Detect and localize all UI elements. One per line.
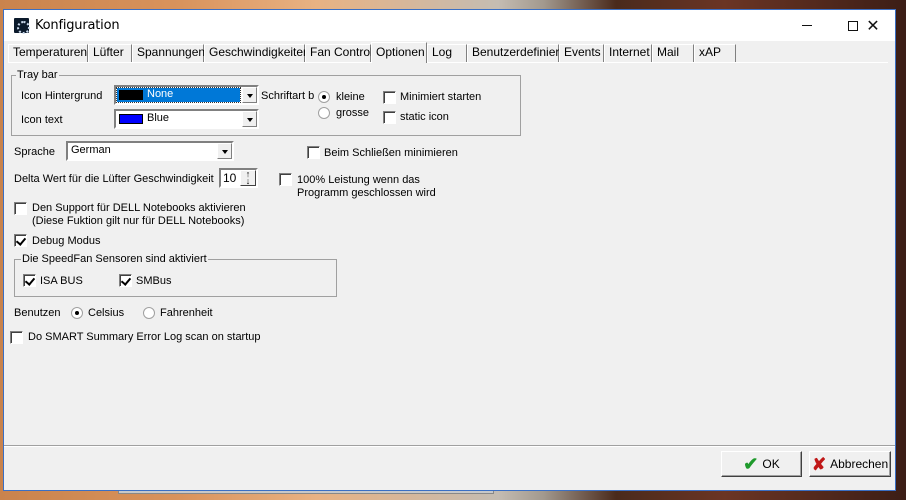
tab-internet[interactable]: Internet [604,44,652,62]
minimized-start-label: Minimiert starten [400,91,482,103]
isa-bus-label: ISA BUS [40,275,83,287]
tab-xap[interactable]: xAP [694,44,736,62]
font-small-radio[interactable] [318,91,330,103]
fahrenheit-label: Fahrenheit [160,307,213,319]
static-icon-checkbox[interactable] [383,111,396,124]
debug-mode-label: Debug Modus [32,235,101,247]
static-icon-label: static icon [400,111,449,123]
smart-scan-checkbox[interactable] [10,331,23,344]
font-large-label: grosse [336,107,370,119]
delta-spinner[interactable]: 10 ↑ ↓ [219,168,258,188]
tab-log[interactable]: Log [427,44,467,62]
full-power-label-line1: 100% Leistung wenn das [297,174,420,186]
button-bar-divider [4,445,895,447]
tab-luefter[interactable]: Lüfter [88,44,132,62]
minimize-icon [802,25,812,26]
tab-spannungen[interactable]: Spannungen [132,44,205,62]
smbus-checkbox[interactable] [119,274,132,287]
smbus-label: SMBus [136,275,172,287]
icon-bg-label: Icon Hintergrund [21,90,103,102]
spin-updown-icon[interactable]: ↑ ↓ [240,170,256,186]
cross-icon: ✘ [811,454,827,474]
traybar-group-title: Tray bar [16,69,59,81]
cancel-button[interactable]: ✘ Abbrechen [809,451,891,477]
tab-divider [8,62,888,63]
sensors-group-title: Die SpeedFan Sensoren sind aktiviert [21,253,208,265]
language-label: Sprache [14,146,55,158]
speedfan-app-icon [14,18,30,34]
cancel-label: Abbrechen [830,457,889,471]
icon-bg-swatch [119,90,143,100]
debug-mode-checkbox[interactable] [14,234,27,247]
delta-label: Delta Wert für die Lüfter Geschwindigkei… [14,173,214,185]
delta-value: 10 [223,171,237,185]
font-small-label: kleine [336,91,365,103]
celsius-label: Celsius [88,307,125,319]
close-button[interactable]: ✕ [850,10,896,41]
icon-bg-select[interactable]: None [114,85,259,105]
language-select[interactable]: German [66,141,234,161]
minimize-on-close-checkbox[interactable] [307,146,320,159]
title-bar: Konfiguration ✕ [4,10,895,41]
icon-text-swatch [119,114,143,124]
tab-events[interactable]: Events [559,44,604,62]
icon-text-label: Icon text [21,114,63,126]
chevron-down-icon[interactable] [242,87,257,103]
tab-benutzerdefiniert[interactable]: Benutzerdefiniert [467,44,563,62]
fahrenheit-radio[interactable] [143,307,155,319]
tab-mail[interactable]: Mail [652,44,694,62]
tab-temperaturen[interactable]: Temperaturen [8,44,88,62]
traybar-group: Tray bar [11,69,521,136]
chevron-down-icon[interactable] [242,111,257,127]
config-window: Konfiguration ✕ Temperaturen Lüfter Span… [3,9,896,491]
icon-bg-value: None [147,88,174,100]
checkmark-icon: ✔ [743,454,759,474]
dell-support-label-line1: Den Support für DELL Notebooks aktiviere… [32,202,246,214]
window-title: Konfiguration [35,18,120,33]
dell-support-checkbox[interactable] [14,202,27,215]
icon-text-select[interactable]: Blue [114,109,259,129]
minimize-on-close-label: Beim Schließen minimieren [324,147,458,159]
minimize-button[interactable] [784,10,830,41]
celsius-radio[interactable] [71,307,83,319]
ok-button[interactable]: ✔ OK [721,451,802,477]
minimized-start-checkbox[interactable] [383,91,396,104]
ok-label: OK [762,457,780,471]
icon-text-value: Blue [147,112,170,124]
smart-scan-label: Do SMART Summary Error Log scan on start… [28,331,261,343]
language-value: German [71,144,111,156]
tab-geschwindigkeiten[interactable]: Geschwindigkeiten [204,44,310,62]
font-size-label: Schriftart b [261,90,315,102]
close-icon: ✕ [866,16,880,35]
units-label: Benutzen [14,307,61,319]
chevron-down-icon[interactable] [217,143,232,159]
tab-optionen[interactable]: Optionen [371,42,427,63]
full-power-label-line2: Programm geschlossen wird [297,187,436,199]
isa-bus-checkbox[interactable] [23,274,36,287]
font-large-radio[interactable] [318,107,330,119]
tab-fan-control[interactable]: Fan Control [305,44,373,62]
dell-support-label-line2: (Diese Fuktion gilt nur für DELL Noteboo… [32,215,245,227]
full-power-checkbox[interactable] [279,173,292,186]
